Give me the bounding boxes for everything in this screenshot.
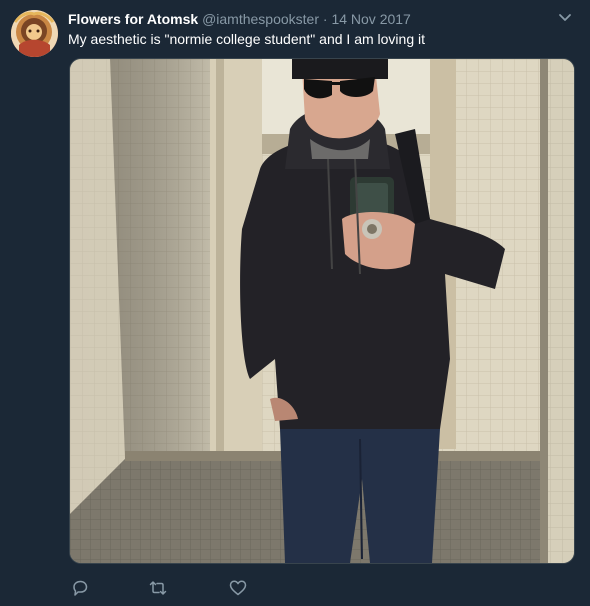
- tweet-actions: [68, 578, 268, 598]
- author-handle[interactable]: @iamthespookster: [202, 11, 319, 27]
- tweet-photo[interactable]: [69, 58, 575, 564]
- chevron-down-icon[interactable]: [556, 9, 574, 27]
- retweet-icon[interactable]: [148, 578, 168, 598]
- avatar[interactable]: [11, 10, 58, 57]
- heart-icon[interactable]: [228, 578, 248, 598]
- reply-icon[interactable]: [70, 578, 90, 598]
- header-separator: ·: [322, 11, 328, 27]
- author-name[interactable]: Flowers for Atomsk: [68, 11, 198, 27]
- tweet-card: Flowers for Atomsk @iamthespookster · 14…: [0, 0, 590, 606]
- tweet-header: Flowers for Atomsk @iamthespookster · 14…: [68, 10, 550, 28]
- tweet-date[interactable]: 14 Nov 2017: [331, 11, 410, 27]
- tweet-text: My aesthetic is "normie college student"…: [68, 31, 425, 47]
